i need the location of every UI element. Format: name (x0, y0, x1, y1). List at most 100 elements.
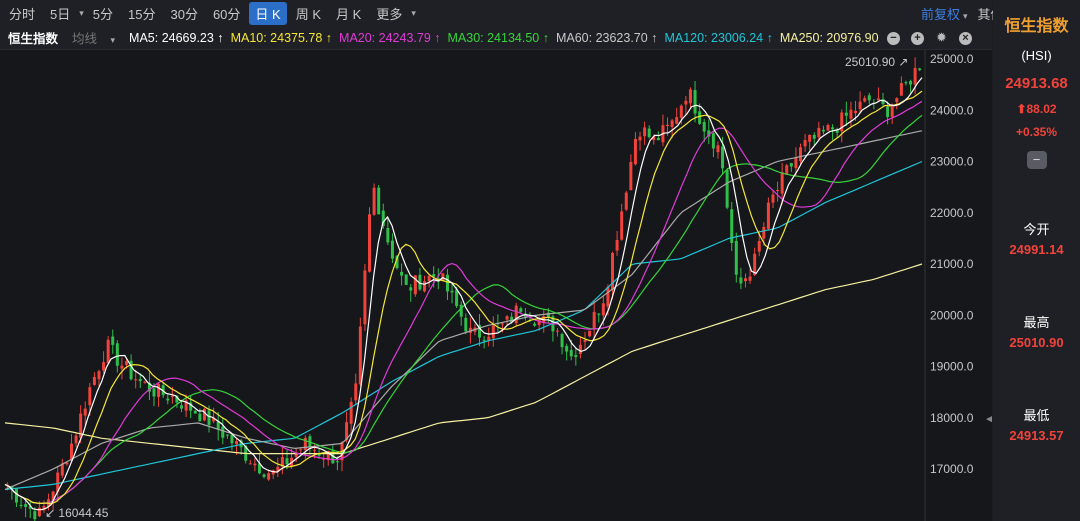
candle-body (372, 187, 376, 215)
collapse-arrow-icon: ◀ (986, 413, 992, 425)
candle-body (771, 194, 775, 203)
candle-body (533, 323, 537, 326)
candle-body (180, 405, 184, 409)
candle-body (601, 303, 605, 316)
candle-body (643, 127, 647, 137)
high-label: 最高 (1023, 315, 1050, 330)
kline-chart[interactable]: 25000.0 24000.0 23000.0 22000.0 21000.0 20000… (0, 50, 992, 521)
close-icon[interactable]: × (959, 32, 972, 45)
candle-body (817, 127, 821, 138)
ma-mode-label: 均线 (72, 32, 98, 46)
candle-body (491, 325, 495, 339)
chart-controls: − + ✹ × (883, 30, 979, 45)
low-value: 24913.57 (1009, 428, 1064, 443)
candle-body (629, 161, 633, 191)
ma-legend-bar: 恒生指数 均线 ▾ MA5: 24669.23 ↑ MA10: 24375.78 … (0, 26, 992, 50)
candle-body (88, 387, 92, 406)
candle-body (913, 68, 917, 85)
candle-body (198, 413, 202, 422)
candle-body (899, 83, 903, 96)
candle-body (335, 461, 339, 463)
tab-3[interactable]: 15分 (122, 2, 161, 25)
candle-body (464, 317, 468, 332)
tab-1[interactable]: 5日 (44, 2, 76, 25)
candle-body (776, 189, 780, 192)
tab-9[interactable]: 更多 (370, 2, 408, 25)
candle-body (487, 336, 491, 341)
y-tick-label: 18000.0 (930, 411, 974, 425)
tab-5[interactable]: 60分 (207, 2, 246, 25)
candle-body (656, 138, 660, 141)
candle-body (666, 124, 670, 126)
ma-legend-item: MA30: 24134.50 ↑ (447, 30, 549, 45)
candle-body (748, 276, 752, 281)
tab-0[interactable]: 分时 (3, 2, 41, 25)
candle-body (14, 488, 18, 503)
ma-legend-item: MA250: 20976.90 (779, 30, 879, 45)
candle-body (230, 434, 234, 444)
candle-body (102, 362, 106, 371)
candle-body (863, 98, 867, 102)
ma-mode-dropdown[interactable]: 均线 ▾ (72, 28, 122, 47)
y-tick-label: 20000.0 (930, 308, 974, 322)
open-label: 今开 (1023, 222, 1050, 237)
candle-body (267, 473, 271, 480)
y-tick-label: 19000.0 (930, 360, 974, 374)
candle-body (675, 117, 679, 124)
candle-body (762, 226, 766, 239)
candle-body (450, 290, 454, 293)
candle-body (638, 136, 642, 141)
ma-legend-item: MA10: 24375.78 ↑ (230, 30, 333, 45)
candle-body (285, 458, 289, 465)
candle-body (684, 100, 688, 105)
candle-body (427, 275, 431, 282)
tab-4[interactable]: 30分 (164, 2, 203, 25)
max-price-label: 25010.90 ↗ (845, 55, 908, 69)
candle-body (794, 158, 798, 169)
adjust-dropdown[interactable]: 前复权 ▾ (921, 4, 968, 23)
candle-body (445, 274, 449, 292)
candle-body (757, 241, 761, 252)
candle-body (482, 339, 486, 341)
candle-body (876, 98, 880, 101)
candle-body (134, 379, 138, 381)
ma120-line (4, 160, 923, 491)
candle-body (193, 410, 197, 414)
tab-2[interactable]: 5分 (87, 2, 119, 25)
candle-body (97, 371, 101, 380)
candle-body (798, 147, 802, 162)
candle-body (33, 511, 37, 520)
candle-body (812, 134, 816, 139)
candle-body (19, 505, 23, 507)
chevron-down-icon[interactable]: ▾ (79, 8, 84, 19)
tab-6[interactable]: 日 K (249, 1, 287, 25)
tab-8[interactable]: 月 K (330, 2, 367, 25)
candle-body (24, 504, 28, 507)
candle-body (519, 308, 523, 312)
candle-body (555, 330, 559, 332)
candle-body (688, 89, 692, 104)
tab-7[interactable]: 周 K (290, 2, 327, 25)
candle-body (111, 336, 115, 345)
candle-body (368, 214, 372, 272)
candle-body (120, 365, 124, 369)
candle-body (702, 122, 706, 132)
candle-body (152, 388, 156, 397)
collapse-button[interactable]: − (1026, 151, 1047, 169)
index-name: 恒生指数 (8, 32, 59, 46)
zoom-in-icon[interactable]: + (911, 32, 924, 45)
candle-body (734, 240, 738, 275)
chevron-down-icon[interactable]: ▾ (411, 8, 416, 19)
quote-title: 恒生指数 (1004, 18, 1069, 35)
candle-body (138, 379, 142, 382)
zoom-out-icon[interactable]: − (887, 32, 900, 45)
candle-body (698, 111, 702, 124)
candle-body (386, 227, 390, 243)
candle-body (766, 202, 770, 229)
settings-icon[interactable]: ✹ (935, 32, 948, 45)
y-tick-label: 17000.0 (930, 462, 974, 476)
ma10-line (4, 90, 923, 505)
candle-body (904, 82, 908, 84)
candle-body (821, 129, 825, 132)
candle-body (74, 435, 78, 444)
